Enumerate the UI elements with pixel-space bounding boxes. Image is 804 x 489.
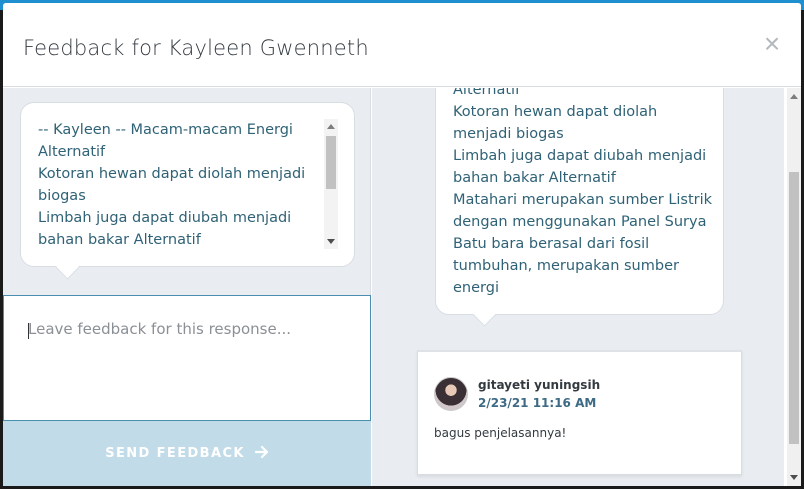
modal-title: Feedback for Kayleen Gwenneth <box>23 36 369 60</box>
feedback-input-box <box>3 295 371 421</box>
response-line: Kotoran hewan dapat diolah menjadi bioga… <box>453 104 658 142</box>
comment-date: 2/23/21 11:16 AM <box>478 396 597 410</box>
text-caret <box>28 323 29 339</box>
right-scrollbar[interactable] <box>787 88 801 486</box>
scroll-up-icon[interactable] <box>790 94 798 99</box>
close-icon[interactable]: × <box>761 30 783 58</box>
comment-text: bagus penjelasannya! <box>434 426 567 440</box>
modal-header: Feedback for Kayleen Gwenneth × <box>3 3 801 87</box>
send-feedback-label: SEND FEEDBACK <box>105 446 245 461</box>
scroll-down-icon[interactable] <box>327 239 335 244</box>
response-line: Limbah juga dapat diubah menjadi bahan b… <box>453 148 707 186</box>
comment-card: gitayeti yuningsih 2/23/21 11:16 AM bagu… <box>417 350 742 475</box>
feedback-input[interactable] <box>4 296 370 420</box>
full-response-bubble: Alternatif Kotoran hewan dapat diolah me… <box>435 88 724 315</box>
student-response-text[interactable]: -- Kayleen -- Macam-macam Energi Alterna… <box>38 119 328 253</box>
response-line: Matahari merupakan sumber Listrik dengan… <box>453 192 713 230</box>
left-column: -- Kayleen -- Macam-macam Energi Alterna… <box>3 88 371 486</box>
full-response-text: Alternatif Kotoran hewan dapat diolah me… <box>453 88 715 299</box>
response-line: -- Kayleen -- Macam-macam Energi Alterna… <box>38 122 293 160</box>
comment-author: gitayeti yuningsih <box>478 378 601 392</box>
response-line: Alternatif <box>453 88 521 98</box>
right-column: Alternatif Kotoran hewan dapat diolah me… <box>372 88 784 486</box>
student-response-bubble: -- Kayleen -- Macam-macam Energi Alterna… <box>20 102 355 267</box>
response-line: Kotoran hewan dapat diolah menjadi bioga… <box>38 166 306 204</box>
feedback-modal: Feedback for Kayleen Gwenneth × -- Kayle… <box>3 3 801 486</box>
scroll-thumb[interactable] <box>789 172 799 444</box>
response-line: Limbah juga dapat diubah menjadi bahan b… <box>38 210 292 248</box>
scroll-thumb[interactable] <box>326 136 336 189</box>
avatar <box>434 377 468 411</box>
scroll-down-icon[interactable] <box>790 475 798 480</box>
response-line: Batu bara berasal dari fosil tumbuhan, m… <box>453 236 679 296</box>
scroll-up-icon[interactable] <box>327 124 335 129</box>
arrow-right-icon <box>251 445 269 461</box>
response-thread: Alternatif Kotoran hewan dapat diolah me… <box>417 88 744 476</box>
send-feedback-button[interactable]: SEND FEEDBACK <box>3 421 371 486</box>
response-scrollbar[interactable] <box>324 119 338 249</box>
